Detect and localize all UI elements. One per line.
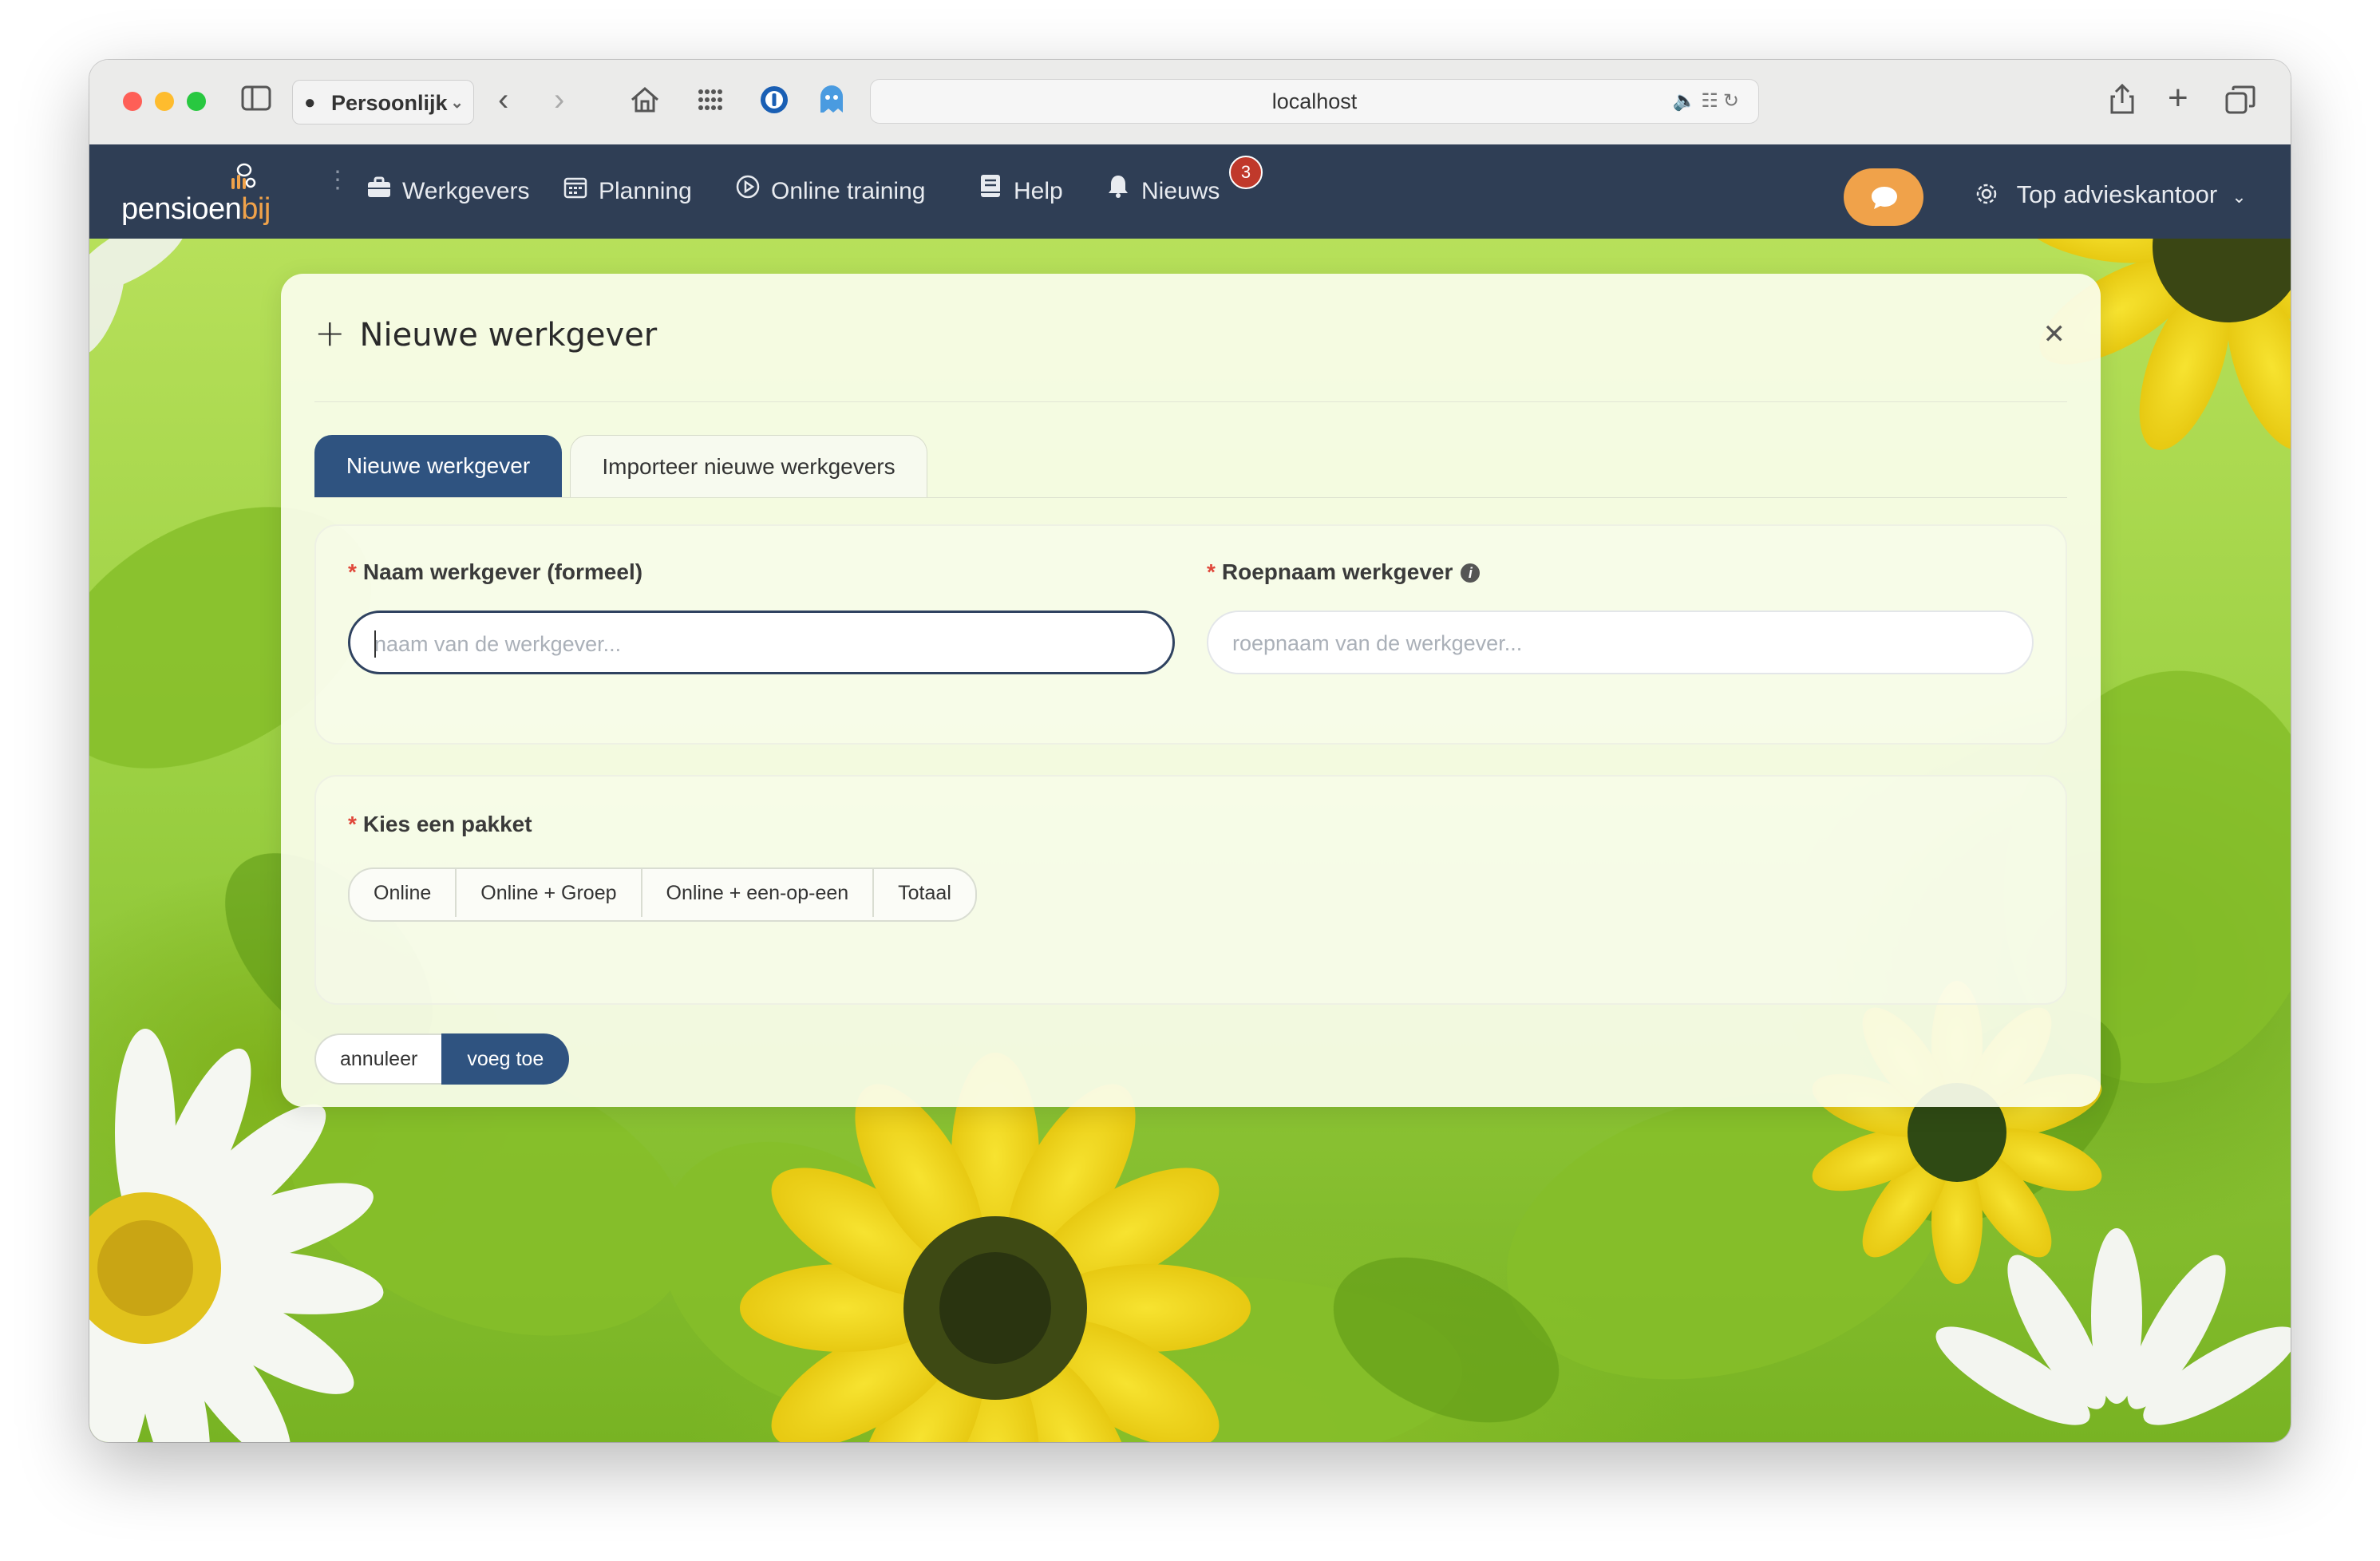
close-icon[interactable]: ✕: [2043, 318, 2066, 350]
text-cursor: [374, 630, 376, 658]
chat-bubble-icon: [1872, 187, 1897, 209]
required-marker: *: [1207, 559, 1216, 584]
employer-name-card: * Naam werkgever (formeel) naam van de we…: [314, 524, 2067, 745]
chevron-down-icon: ⌄: [2232, 187, 2247, 207]
forward-icon[interactable]: ›: [554, 84, 564, 116]
password-manager-icon[interactable]: [758, 84, 790, 123]
profile-label: Persoonlijk: [331, 91, 448, 115]
chevron-down-icon: ⌄: [450, 94, 464, 112]
modal-title-text: Nieuwe werkgever: [359, 317, 658, 354]
app-navbar: pensioenbij ⋮ Werkgevers Planning Online…: [89, 144, 2291, 239]
url-actions: 🔈☷↻: [1672, 80, 1744, 123]
package-option-totaal[interactable]: Totaal: [874, 869, 975, 917]
speaker-icon[interactable]: 🔈: [1672, 90, 1701, 112]
tab-overview-icon[interactable]: [2225, 85, 2255, 121]
formal-name-placeholder: naam van de werkgever...: [374, 632, 622, 656]
nickname-input[interactable]: roepnaam van de werkgever...: [1207, 611, 2034, 674]
submit-button[interactable]: voeg toe: [441, 1033, 570, 1085]
cancel-button[interactable]: annuleer: [314, 1033, 442, 1085]
tab-import-employers[interactable]: Importeer nieuwe werkgevers: [570, 435, 927, 497]
package-option-online[interactable]: Online: [350, 869, 457, 917]
nav-label-werkgevers: Werkgevers: [402, 178, 530, 204]
close-window-button[interactable]: [123, 92, 142, 111]
briefcase-icon: [366, 173, 393, 210]
nav-label-planning: Planning: [599, 178, 692, 204]
new-tab-icon[interactable]: +: [2168, 81, 2188, 116]
bee-logo-icon: [231, 163, 256, 189]
required-marker: *: [348, 812, 357, 836]
nickname-label-text: Roepnaam werkgever: [1221, 559, 1453, 584]
person-icon: ●: [304, 92, 316, 113]
translate-icon[interactable]: ☷: [1701, 90, 1723, 112]
package-label-text: Kies een pakket: [362, 812, 532, 836]
nav-item-online-training[interactable]: Online training: [734, 173, 925, 210]
flower-background: + Nieuwe werkgever ✕ Nieuwe werkgever Imp…: [89, 239, 2291, 1442]
calendar-icon: [562, 173, 589, 210]
formal-name-input[interactable]: naam van de werkgever...: [348, 611, 1175, 674]
ghost-extension-icon[interactable]: [817, 84, 846, 123]
formal-name-label: * Naam werkgever (formeel): [348, 556, 642, 588]
package-option-online-een-op-een[interactable]: Online + een-op-een: [642, 869, 875, 917]
pensioenbij-logo[interactable]: pensioenbij: [121, 160, 273, 232]
tabs-divider: [314, 497, 2067, 498]
nav-item-werkgevers[interactable]: Werkgevers: [366, 173, 530, 210]
share-icon[interactable]: [2109, 82, 2136, 123]
play-circle-icon: [734, 173, 761, 210]
book-icon: [977, 173, 1004, 210]
nav-item-help[interactable]: Help: [977, 173, 1063, 210]
bell-icon: [1105, 173, 1132, 210]
required-marker: *: [348, 559, 357, 584]
formal-name-label-text: Naam werkgever (formeel): [362, 559, 643, 584]
new-employer-modal: + Nieuwe werkgever ✕ Nieuwe werkgever Imp…: [281, 274, 2101, 1107]
nav-label-online-training: Online training: [771, 178, 926, 204]
package-card: * Kies een pakket Online Online + Groep O…: [314, 775, 2067, 1005]
nav-label-help: Help: [1014, 178, 1063, 204]
minimize-window-button[interactable]: [155, 92, 174, 111]
home-icon[interactable]: [629, 84, 661, 123]
nav-item-planning[interactable]: Planning: [562, 173, 692, 210]
form-actions: annuleer voeg toe: [314, 1033, 570, 1085]
package-selector: Online Online + Groep Online + een-op-ee…: [348, 867, 977, 922]
package-option-online-groep[interactable]: Online + Groep: [457, 869, 642, 917]
account-label: Top advieskantoor: [2016, 180, 2218, 208]
chat-button[interactable]: [1844, 168, 1923, 226]
browser-toolbar: ● Persoonlijk ⌄ ‹ › localhost 🔈☷↻ +: [89, 60, 2291, 145]
address-bar[interactable]: localhost 🔈☷↻: [870, 79, 1759, 124]
account-menu[interactable]: Top advieskantoor ⌄: [1975, 176, 2247, 215]
modal-title: + Nieuwe werkgever: [314, 309, 657, 359]
logo-text: pensioenbij: [121, 192, 271, 226]
profile-selector[interactable]: ● Persoonlijk ⌄: [292, 80, 474, 124]
plus-icon: +: [314, 311, 346, 354]
gear-icon: [1975, 180, 2006, 208]
package-label: * Kies een pakket: [348, 808, 532, 840]
back-icon[interactable]: ‹: [498, 84, 508, 116]
nickname-placeholder: roepnaam van de werkgever...: [1232, 631, 1523, 655]
nav-label-nieuws: Nieuws: [1141, 178, 1220, 204]
sidebar-toggle-icon[interactable]: [241, 85, 271, 118]
apps-grid-icon[interactable]: [696, 85, 725, 121]
url-text: localhost: [1271, 89, 1358, 113]
zoom-window-button[interactable]: [187, 92, 206, 111]
modal-header-divider: [314, 401, 2067, 402]
nickname-label: * Roepnaam werkgever i: [1207, 556, 1481, 588]
tab-new-employer[interactable]: Nieuwe werkgever: [314, 435, 562, 497]
news-count-badge: 3: [1229, 156, 1263, 189]
browser-window: ● Persoonlijk ⌄ ‹ › localhost 🔈☷↻ + pens…: [89, 60, 2291, 1442]
nav-item-nieuws[interactable]: Nieuws: [1105, 173, 1220, 210]
info-icon[interactable]: i: [1461, 563, 1481, 583]
more-vertical-icon[interactable]: ⋮: [326, 168, 350, 192]
reload-icon[interactable]: ↻: [1723, 90, 1744, 112]
